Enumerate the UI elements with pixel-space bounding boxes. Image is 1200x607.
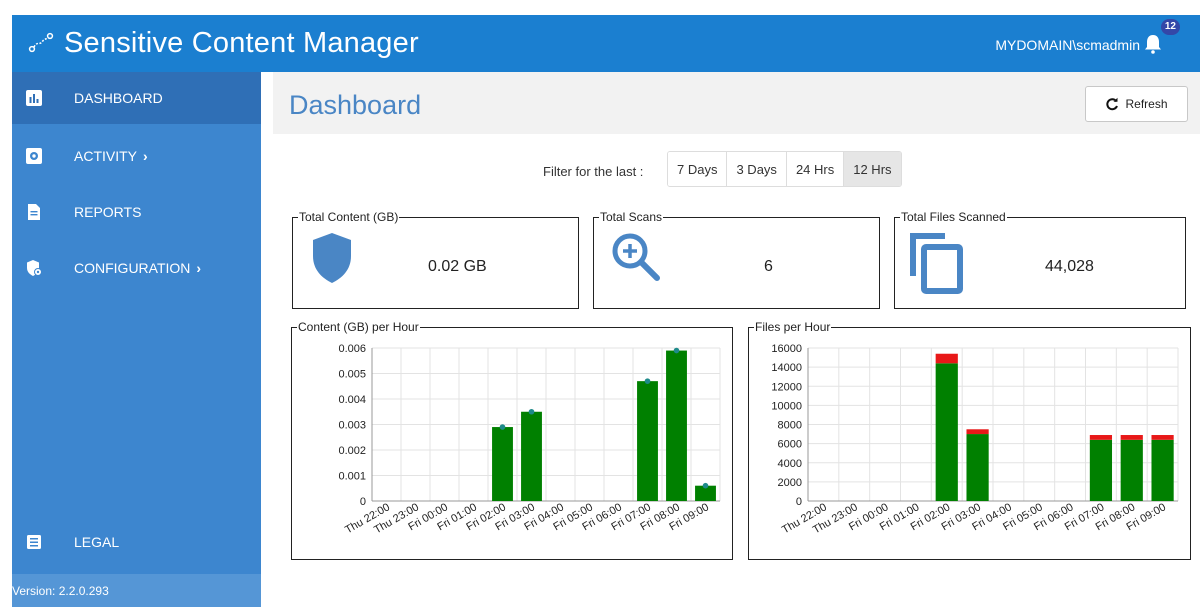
y-tick-label: 0: [796, 496, 802, 508]
y-tick-label: 0.004: [338, 394, 366, 406]
chart-bar[interactable]: [1120, 439, 1143, 501]
filter-7-days-button[interactable]: 7 Days: [668, 152, 728, 186]
chart-bar[interactable]: [637, 381, 658, 501]
chart-bar[interactable]: [1151, 439, 1174, 501]
files-per-hour-chart: 0200040006000800010000120001400016000Thu…: [771, 343, 1179, 536]
filter-3-days-button[interactable]: 3 Days: [727, 152, 787, 186]
y-tick-label: 0.006: [338, 343, 366, 355]
y-tick-label: 2000: [778, 477, 802, 489]
chart-bar[interactable]: [935, 363, 958, 501]
total-scans-panel: Total Scans 6: [593, 209, 880, 309]
y-tick-label: 4000: [778, 458, 802, 470]
sidebar-item-configuration[interactable]: CONFIGURATION ›: [12, 242, 261, 294]
sidebar-item-legal[interactable]: LEGAL: [12, 516, 261, 568]
sidebar-item-label: REPORTS: [74, 204, 142, 220]
chart-point: [702, 482, 709, 489]
content-per-hour-panel: Content (GB) per Hour 0 0.001 0.002 0.003 0.…: [291, 319, 733, 560]
time-filter-group: 7 Days 3 Days 24 Hrs 12 Hrs: [667, 151, 902, 187]
sidebar-item-label: LEGAL: [74, 534, 120, 550]
y-tick-label: 10000: [771, 400, 802, 412]
total-content-panel: Total Content (GB) 0.02 GB: [292, 209, 579, 309]
y-tick-label: 0: [360, 496, 366, 508]
sidebar: DASHBOARD ACTIVITY › REPORTS CONFIGURATI…: [12, 72, 261, 607]
copy-files-icon: [910, 233, 963, 294]
shield-gear-icon: [27, 260, 42, 276]
chart-bar[interactable]: [1151, 435, 1174, 440]
chart-bar[interactable]: [1089, 435, 1113, 440]
book-icon: [27, 535, 41, 549]
chart-bar[interactable]: [1120, 435, 1143, 440]
chevron-right-icon: ›: [196, 260, 202, 276]
panel-title: Total Scans: [599, 209, 664, 225]
sidebar-item-dashboard[interactable]: DASHBOARD: [12, 72, 261, 124]
y-tick-label: 8000: [778, 420, 802, 432]
chart-point: [528, 408, 535, 415]
bar-chart-icon: [26, 90, 42, 106]
document-icon: [28, 204, 40, 220]
version-label: Version: 2.2.0.293: [12, 574, 261, 607]
chart-bar[interactable]: [1089, 439, 1113, 501]
chart-bar[interactable]: [521, 411, 542, 501]
sidebar-item-label: ACTIVITY ›: [74, 148, 148, 164]
refresh-label: Refresh: [1125, 97, 1168, 111]
refresh-icon: [1106, 97, 1119, 111]
chart-point: [499, 424, 506, 430]
chart-point: [673, 347, 680, 354]
top-header: Sensitive Content Manager MYDOMAIN\scmad…: [12, 15, 1200, 72]
chevron-right-icon: ›: [143, 148, 148, 164]
app-title: Sensitive Content Manager: [64, 27, 419, 59]
app-root: Sensitive Content Manager MYDOMAIN\scmad…: [0, 0, 1200, 607]
page-header: Dashboard Refresh: [273, 72, 1200, 134]
refresh-button[interactable]: Refresh: [1085, 86, 1188, 122]
total-files-panel: Total Files Scanned 44,028: [894, 209, 1186, 309]
y-tick-label: 6000: [778, 439, 802, 451]
sidebar-item-reports[interactable]: REPORTS: [12, 186, 261, 238]
chart-bar[interactable]: [666, 350, 687, 501]
magnify-plus-icon: [612, 233, 660, 281]
total-scans-value: 6: [764, 258, 773, 275]
sidebar-item-activity[interactable]: ACTIVITY ›: [12, 130, 261, 182]
total-files-value: 44,028: [1045, 258, 1094, 275]
y-tick-label: 0.005: [338, 369, 366, 381]
bell-icon[interactable]: [1144, 34, 1162, 54]
chart-bar[interactable]: [935, 353, 958, 364]
y-tick-label: 16000: [771, 343, 802, 355]
shield-icon: [313, 233, 351, 283]
chart-bar[interactable]: [966, 434, 989, 501]
gear-icon: [26, 148, 42, 164]
logo-icon: [28, 32, 54, 53]
total-content-value: 0.02 GB: [428, 258, 487, 275]
notification-badge: 12: [1160, 19, 1180, 35]
y-tick-label: 0.001: [338, 471, 366, 483]
panel-title: Total Files Scanned: [900, 209, 1007, 225]
y-tick-label: 14000: [771, 362, 802, 374]
user-name[interactable]: MYDOMAIN\scmadmin: [995, 37, 1140, 53]
content-per-hour-chart: 00.0010.0020.0030.0040.0050.006Thu 22:00…: [338, 343, 721, 536]
sidebar-item-label: CONFIGURATION ›: [74, 260, 202, 276]
chart-bar[interactable]: [966, 429, 989, 435]
sidebar-item-label: DASHBOARD: [74, 90, 163, 106]
chart-bar[interactable]: [492, 427, 513, 501]
page-title: Dashboard: [289, 90, 422, 120]
y-tick-label: 0.002: [338, 445, 366, 457]
files-per-hour-panel: Files per Hour 0 2000 4000 6000 8000 10000 120…: [748, 319, 1191, 560]
filter-label: Filter for the last :: [543, 164, 644, 179]
filter-12-hrs-button[interactable]: 12 Hrs: [844, 152, 901, 186]
panel-title: Total Content (GB): [298, 209, 400, 225]
filter-24-hrs-button[interactable]: 24 Hrs: [786, 152, 845, 186]
y-tick-label: 12000: [771, 381, 802, 393]
chart-point: [644, 378, 651, 384]
y-tick-label: 0.003: [338, 420, 366, 432]
